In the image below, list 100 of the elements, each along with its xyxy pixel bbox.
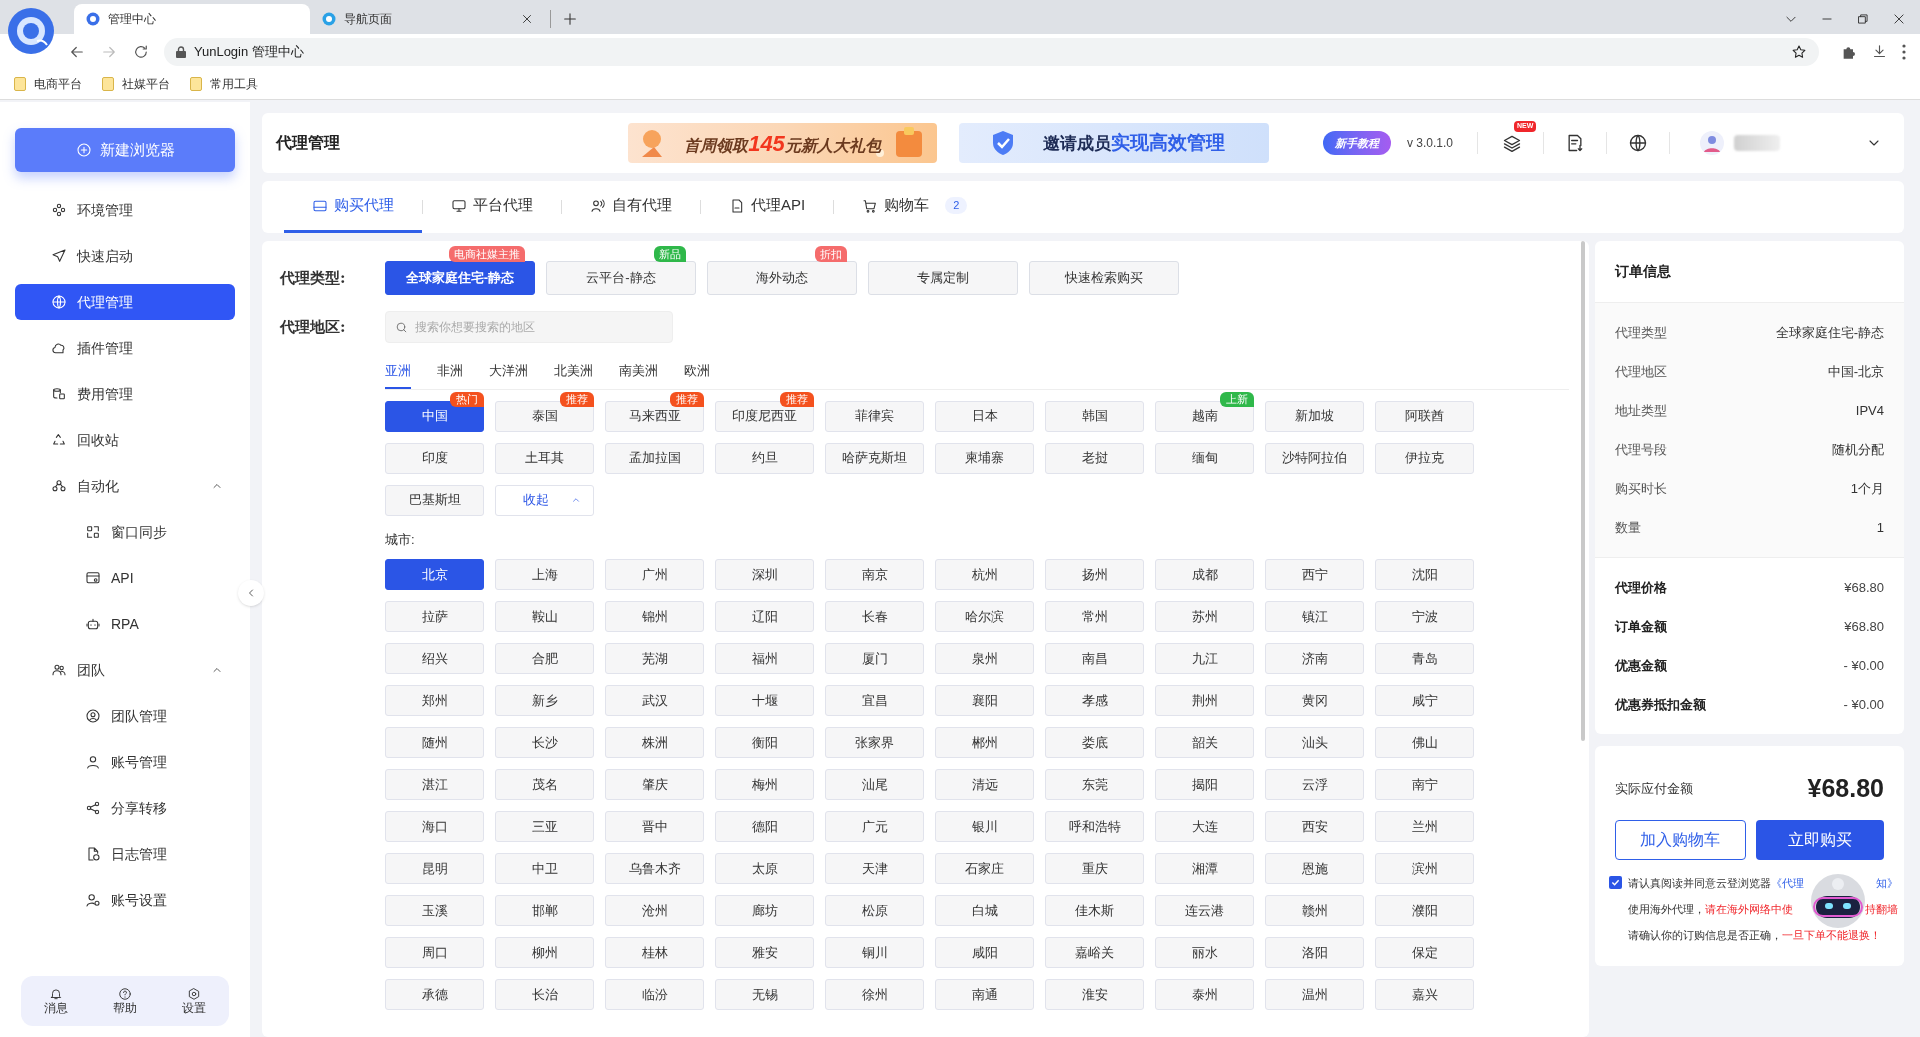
sidebar-subitem[interactable]: 日志管理 xyxy=(15,836,235,872)
continent-tab[interactable]: 亚洲 xyxy=(385,361,411,389)
city-option[interactable]: 三亚 xyxy=(495,811,594,842)
city-option[interactable]: 成都 xyxy=(1155,559,1254,590)
city-option[interactable]: 德阳 xyxy=(715,811,814,842)
country-option[interactable]: 日本 xyxy=(935,400,1034,432)
city-option[interactable]: 兰州 xyxy=(1375,811,1474,842)
footer-button[interactable]: 设置 xyxy=(182,986,207,1016)
city-option[interactable]: 洛阳 xyxy=(1265,937,1364,968)
sidebar-subitem[interactable]: RPA xyxy=(15,606,235,642)
country-option[interactable]: 韩国 xyxy=(1045,400,1144,432)
buy-now-button[interactable]: 立即购买 xyxy=(1755,819,1884,860)
invite-banner[interactable]: 邀请成员实现高效管理 xyxy=(959,123,1269,163)
city-option[interactable]: 镇江 xyxy=(1265,601,1364,632)
city-option[interactable]: 承德 xyxy=(385,979,484,1010)
city-option[interactable]: 荆州 xyxy=(1155,685,1254,716)
city-option[interactable]: 重庆 xyxy=(1045,853,1144,884)
city-option[interactable]: 郴州 xyxy=(935,727,1034,758)
city-option[interactable]: 周口 xyxy=(385,937,484,968)
city-option[interactable]: 沧州 xyxy=(605,895,704,926)
address-bar[interactable]: YunLogin 管理中心 xyxy=(164,37,1819,66)
country-option[interactable]: 柬埔寨 xyxy=(935,442,1034,474)
city-option[interactable]: 南通 xyxy=(935,979,1034,1010)
city-option[interactable]: 佳木斯 xyxy=(1045,895,1144,926)
country-option[interactable]: 新加坡 xyxy=(1265,400,1364,432)
city-option[interactable]: 随州 xyxy=(385,727,484,758)
sidebar-subitem[interactable]: 账号设置 xyxy=(15,882,235,918)
city-option[interactable]: 乌鲁木齐 xyxy=(605,853,704,884)
city-option[interactable]: 湘潭 xyxy=(1155,853,1254,884)
city-option[interactable]: 松原 xyxy=(825,895,924,926)
city-option[interactable]: 无锡 xyxy=(715,979,814,1010)
city-option[interactable]: 青岛 xyxy=(1375,643,1474,674)
city-option[interactable]: 新乡 xyxy=(495,685,594,716)
country-option[interactable]: 约旦 xyxy=(715,442,814,474)
city-option[interactable]: 泰州 xyxy=(1155,979,1254,1010)
city-option[interactable]: 天津 xyxy=(825,853,924,884)
city-option[interactable]: 西宁 xyxy=(1265,559,1364,590)
sidebar-item[interactable]: 代理管理 xyxy=(15,284,235,320)
city-option[interactable]: 恩施 xyxy=(1265,853,1364,884)
city-option[interactable]: 锦州 xyxy=(605,601,704,632)
city-option[interactable]: 大连 xyxy=(1155,811,1254,842)
city-option[interactable]: 柳州 xyxy=(495,937,594,968)
city-option[interactable]: 张家界 xyxy=(825,727,924,758)
city-option[interactable]: 厦门 xyxy=(825,643,924,674)
city-option[interactable]: 丽水 xyxy=(1155,937,1254,968)
city-option[interactable]: 东莞 xyxy=(1045,769,1144,800)
sidebar-subitem[interactable]: 团队管理 xyxy=(15,698,235,734)
proxy-type-option[interactable]: 海外动态 xyxy=(707,261,857,295)
country-option[interactable]: 哈萨克斯坦 xyxy=(825,442,924,474)
city-option[interactable]: 宁波 xyxy=(1375,601,1474,632)
city-option[interactable]: 常州 xyxy=(1045,601,1144,632)
city-option[interactable]: 北京 xyxy=(385,559,484,590)
city-option[interactable]: 宜昌 xyxy=(825,685,924,716)
city-option[interactable]: 九江 xyxy=(1155,643,1254,674)
city-option[interactable]: 上海 xyxy=(495,559,594,590)
promo-banner[interactable]: 首周领取145元新人大礼包 xyxy=(628,123,937,163)
city-option[interactable]: 铜川 xyxy=(825,937,924,968)
city-option[interactable]: 雅安 xyxy=(715,937,814,968)
country-option[interactable]: 菲律宾 xyxy=(825,400,924,432)
city-option[interactable]: 云浮 xyxy=(1265,769,1364,800)
agreement-checkbox[interactable] xyxy=(1609,876,1622,889)
country-option[interactable]: 孟加拉国 xyxy=(605,442,704,474)
city-option[interactable]: 芜湖 xyxy=(605,643,704,674)
city-option[interactable]: 汕头 xyxy=(1265,727,1364,758)
country-option[interactable]: 土耳其 xyxy=(495,442,594,474)
proxy-type-option[interactable]: 专属定制 xyxy=(868,261,1018,295)
proxy-type-option[interactable]: 快速检索购买 xyxy=(1029,261,1179,295)
city-option[interactable]: 汕尾 xyxy=(825,769,924,800)
city-option[interactable]: 深圳 xyxy=(715,559,814,590)
continent-tab[interactable]: 欧洲 xyxy=(684,361,710,389)
tab[interactable]: 购买代理 xyxy=(284,181,422,233)
city-option[interactable]: 广元 xyxy=(825,811,924,842)
continent-tab[interactable]: 大洋洲 xyxy=(489,361,528,389)
city-option[interactable]: 中卫 xyxy=(495,853,594,884)
country-option[interactable]: 伊拉克 xyxy=(1375,442,1474,474)
sidebar-subitem[interactable]: API xyxy=(15,560,235,596)
bookmark-item[interactable]: 社媒平台 xyxy=(102,75,170,93)
tab[interactable]: 代理API xyxy=(701,181,834,233)
city-option[interactable]: 邯郸 xyxy=(495,895,594,926)
tab[interactable]: 购物车 2 xyxy=(834,181,996,233)
avatar[interactable] xyxy=(1700,131,1725,155)
city-option[interactable]: 十堰 xyxy=(715,685,814,716)
city-option[interactable]: 南宁 xyxy=(1375,769,1474,800)
city-option[interactable]: 杭州 xyxy=(935,559,1034,590)
city-option[interactable]: 绍兴 xyxy=(385,643,484,674)
city-option[interactable]: 咸宁 xyxy=(1375,685,1474,716)
city-option[interactable]: 梅州 xyxy=(715,769,814,800)
language-button[interactable] xyxy=(1628,133,1649,153)
city-option[interactable]: 济南 xyxy=(1265,643,1364,674)
sidebar-item[interactable]: 费用管理 xyxy=(15,376,235,412)
city-option[interactable]: 长春 xyxy=(825,601,924,632)
city-option[interactable]: 白城 xyxy=(935,895,1034,926)
city-option[interactable]: 广州 xyxy=(605,559,704,590)
city-option[interactable]: 辽阳 xyxy=(715,601,814,632)
city-option[interactable]: 晋中 xyxy=(605,811,704,842)
bookmark-item[interactable]: 电商平台 xyxy=(14,75,82,93)
restore-button[interactable] xyxy=(1856,12,1870,26)
search-field[interactable]: 搜索你想要搜索的地区 xyxy=(385,311,673,343)
tutorial-badge[interactable]: 新手教程 xyxy=(1323,131,1391,155)
bookmark-item[interactable]: 常用工具 xyxy=(190,75,258,93)
